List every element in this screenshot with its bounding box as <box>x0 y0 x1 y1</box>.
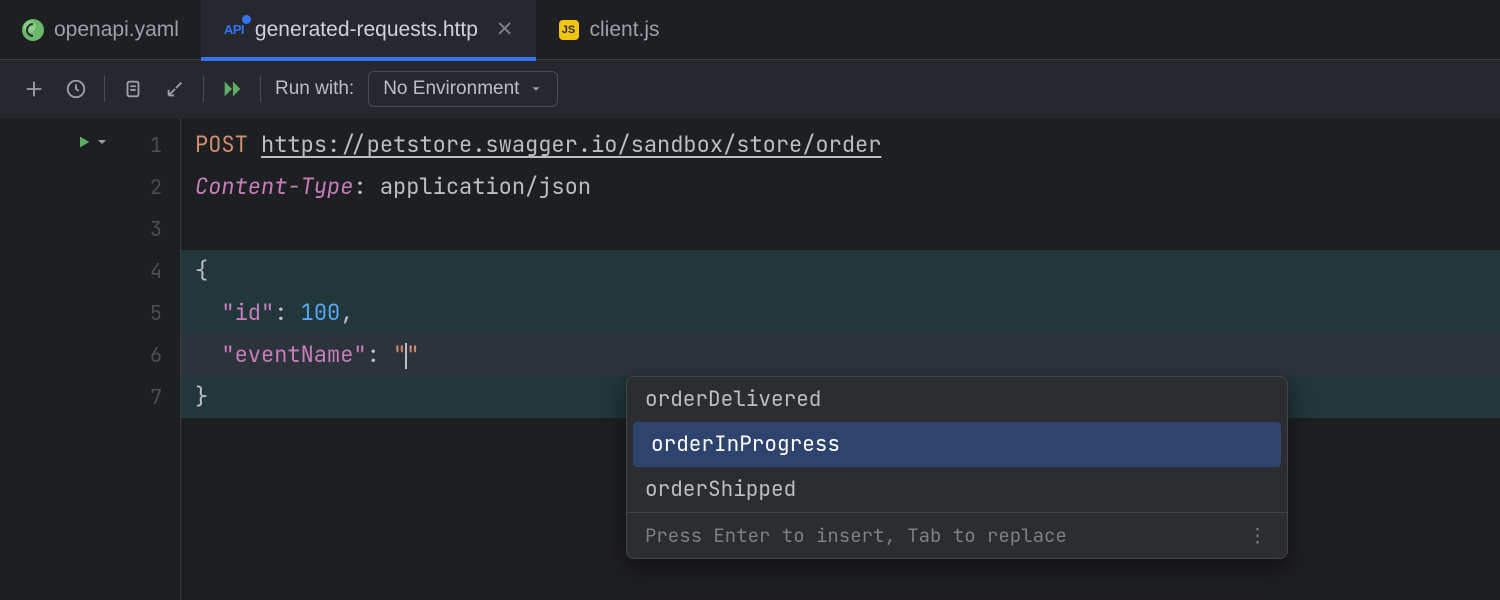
gutter: 1 2 3 4 5 6 7 <box>0 118 180 600</box>
chevron-down-icon <box>529 82 543 96</box>
run-all-icon[interactable] <box>218 75 246 103</box>
tab-generated-requests[interactable]: API generated-requests.http ✕ <box>201 0 536 60</box>
tab-client-js[interactable]: JS client.js <box>536 0 682 60</box>
tab-label: client.js <box>590 18 660 42</box>
run-gutter-icon[interactable] <box>76 134 110 150</box>
code-line: "id": 100, <box>181 292 1500 334</box>
separator <box>203 76 204 102</box>
examples-icon[interactable] <box>119 75 147 103</box>
line-number: 6 <box>150 342 162 368</box>
separator <box>104 76 105 102</box>
environment-select[interactable]: No Environment <box>368 71 558 107</box>
line-number: 3 <box>150 216 162 242</box>
line-number: 7 <box>150 384 162 410</box>
completion-hint: Press Enter to insert, Tab to replace ⋮ <box>627 512 1287 558</box>
close-icon[interactable]: ✕ <box>496 17 514 42</box>
line-number: 1 <box>150 132 162 158</box>
separator <box>260 76 261 102</box>
tab-openapi[interactable]: openapi.yaml <box>0 0 201 60</box>
code-line: "eventName": "" <box>181 334 1500 376</box>
import-icon[interactable] <box>161 75 189 103</box>
history-icon[interactable] <box>62 75 90 103</box>
line-number: 4 <box>150 258 162 284</box>
tab-label: generated-requests.http <box>255 18 478 42</box>
line-number: 5 <box>150 300 162 326</box>
run-with-label: Run with: <box>275 78 354 100</box>
environment-value: No Environment <box>383 78 519 100</box>
code-line <box>181 208 1500 250</box>
completion-item-selected[interactable]: orderInProgress <box>633 422 1281 467</box>
code-line: { <box>181 250 1500 292</box>
completion-item[interactable]: orderShipped <box>627 467 1287 512</box>
toolbar: Run with: No Environment <box>0 60 1500 118</box>
completion-popup: orderDelivered orderInProgress orderShip… <box>626 376 1288 559</box>
add-icon[interactable] <box>20 75 48 103</box>
code-line: Content-Type: application/json <box>181 166 1500 208</box>
more-icon[interactable]: ⋮ <box>1248 523 1269 548</box>
code-area[interactable]: POST https://petstore.swagger.io/sandbox… <box>180 118 1500 600</box>
openapi-icon <box>22 19 44 41</box>
api-icon: API <box>223 19 245 41</box>
js-icon: JS <box>558 19 580 41</box>
line-number: 2 <box>150 174 162 200</box>
completion-item[interactable]: orderDelivered <box>627 377 1287 422</box>
code-editor[interactable]: 1 2 3 4 5 6 7 POST https://petstore.swag… <box>0 118 1500 600</box>
tab-bar: openapi.yaml API generated-requests.http… <box>0 0 1500 60</box>
tab-label: openapi.yaml <box>54 18 179 42</box>
code-line: POST https://petstore.swagger.io/sandbox… <box>181 124 1500 166</box>
